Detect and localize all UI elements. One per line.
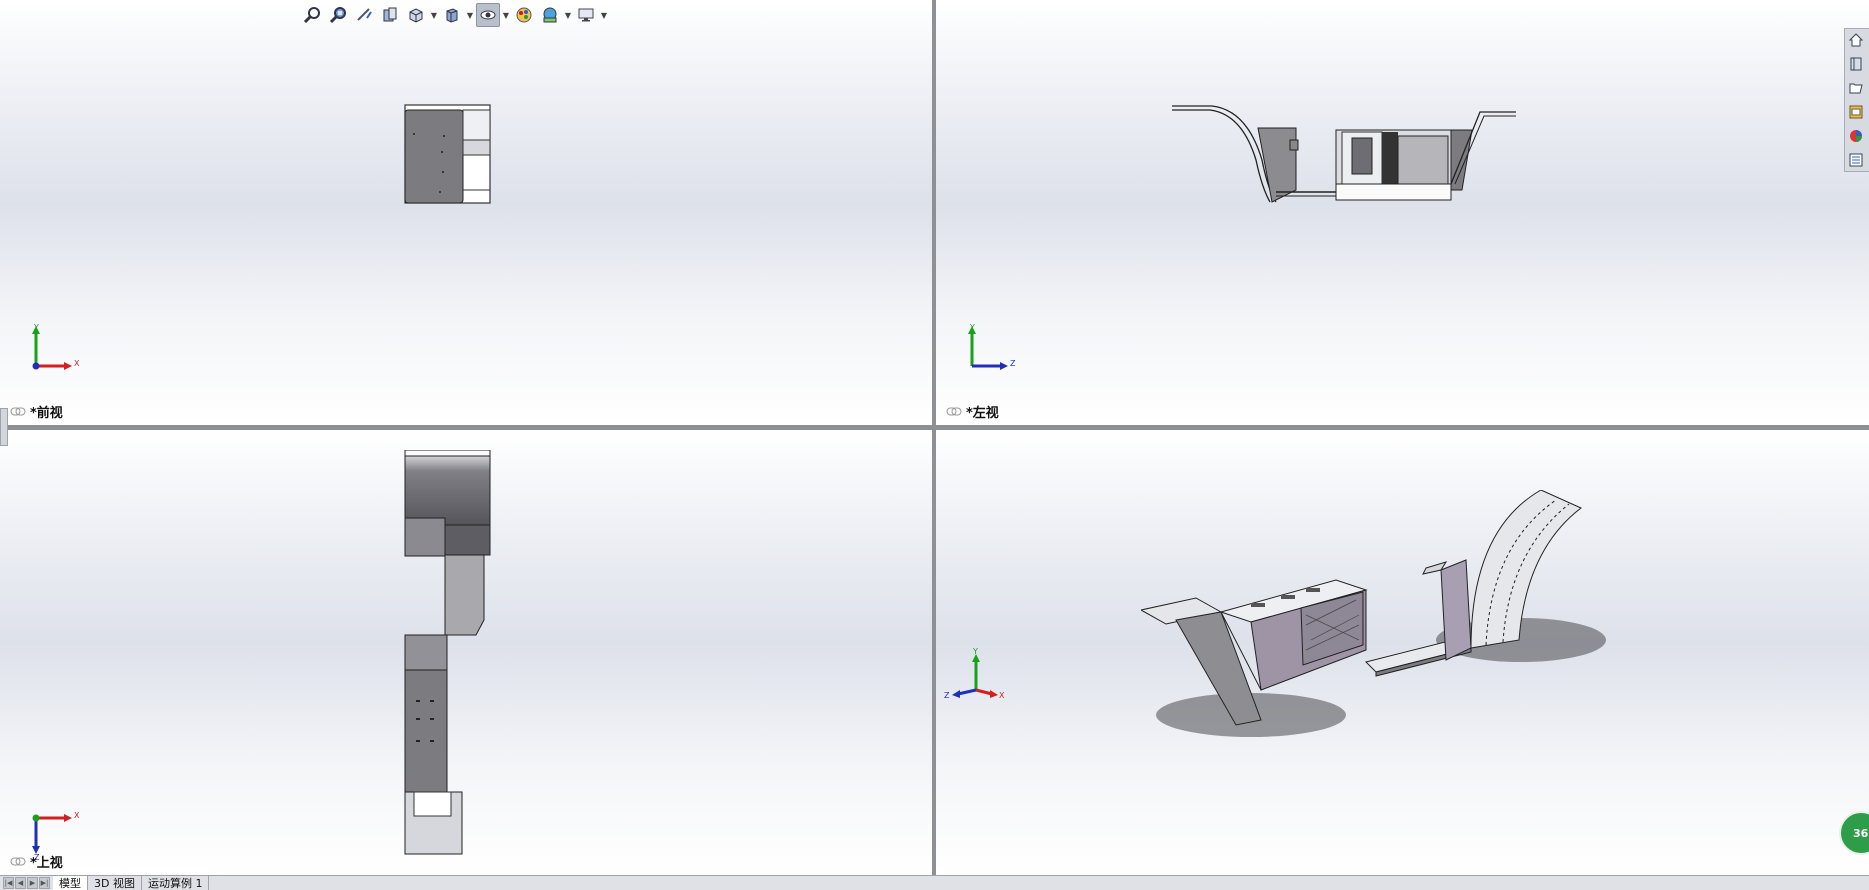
viewport-isometric[interactable]: Y Z X 36 <box>936 430 1869 875</box>
coordinate-triad-front: Y X <box>22 322 82 374</box>
axis-y-label: Y <box>972 648 978 656</box>
first-tab-icon[interactable]: |◀ <box>3 877 14 889</box>
axis-y-label: Y <box>969 323 975 332</box>
viewport-splitter-vertical[interactable] <box>932 0 936 875</box>
model-isometric-view[interactable] <box>1141 490 1611 740</box>
tab-scroll-controls: |◀ ◀ ▶ ▶| <box>0 876 53 890</box>
view-name-label: *上视 <box>30 856 63 871</box>
feature-manager-collapse-handle[interactable] <box>0 408 8 446</box>
model-front-view[interactable] <box>400 100 495 210</box>
link-views-icon <box>946 407 962 416</box>
axis-y-label: Y <box>33 323 39 332</box>
apply-scene-icon[interactable] <box>538 3 562 27</box>
tab-3d-view[interactable]: 3D 视图 <box>88 876 142 890</box>
tab-motion-study-1[interactable]: 运动算例 1 <box>142 876 210 890</box>
view-name-label: *左视 <box>966 406 999 421</box>
edit-appearance-icon[interactable] <box>512 3 536 27</box>
file-explorer-icon[interactable] <box>1845 77 1867 99</box>
axis-x-label: X <box>74 359 80 368</box>
hide-show-dropdown[interactable]: ▼ <box>502 3 510 27</box>
view-orientation-dropdown[interactable]: ▼ <box>430 3 438 27</box>
view-name-left[interactable]: *左视 <box>946 402 999 421</box>
view-palette-icon[interactable] <box>1845 101 1867 123</box>
coordinate-triad-iso: Y Z X <box>936 648 1006 708</box>
view-settings-icon[interactable] <box>574 3 598 27</box>
hide-show-items-icon[interactable] <box>476 3 500 27</box>
viewport-left[interactable]: Y Z *左视 <box>936 0 1869 425</box>
last-tab-icon[interactable]: ▶| <box>39 877 50 889</box>
link-views-icon <box>10 857 26 866</box>
axis-x-label: X <box>74 811 80 820</box>
view-name-front[interactable]: *前视 <box>10 402 63 421</box>
axis-z-label: Z <box>1010 359 1016 368</box>
model-top-view[interactable] <box>400 450 500 860</box>
section-view-icon[interactable] <box>378 3 402 27</box>
prev-tab-icon[interactable]: ◀ <box>15 877 26 889</box>
home-icon[interactable] <box>1845 29 1867 51</box>
view-name-top[interactable]: *上视 <box>10 852 63 871</box>
performance-badge[interactable]: 36 <box>1839 811 1869 855</box>
heads-up-view-toolbar: ▼ ▼ ▼ ▼ ▼ <box>300 2 608 28</box>
apply-scene-dropdown[interactable]: ▼ <box>564 3 572 27</box>
zoom-to-area-icon[interactable] <box>326 3 350 27</box>
display-style-icon[interactable] <box>440 3 464 27</box>
view-name-label: *前视 <box>30 406 63 421</box>
next-tab-icon[interactable]: ▶ <box>27 877 38 889</box>
appearances-icon[interactable] <box>1845 125 1867 147</box>
design-library-icon[interactable] <box>1845 53 1867 75</box>
coordinate-triad-left: Y Z <box>958 322 1018 374</box>
axis-x-label: X <box>999 691 1005 700</box>
axis-z-label: Z <box>944 691 950 700</box>
display-style-dropdown[interactable]: ▼ <box>466 3 474 27</box>
tab-model[interactable]: 模型 <box>53 876 88 890</box>
viewport-front[interactable]: ▼ ▼ ▼ ▼ ▼ Y X *前视 <box>0 0 932 425</box>
custom-properties-icon[interactable] <box>1845 149 1867 171</box>
model-left-view[interactable] <box>1172 100 1532 210</box>
zoom-to-fit-icon[interactable] <box>300 3 324 27</box>
link-views-icon <box>10 407 26 416</box>
bottom-tab-bar: |◀ ◀ ▶ ▶| 模型 3D 视图 运动算例 1 <box>0 875 1869 890</box>
previous-view-icon[interactable] <box>352 3 376 27</box>
view-orientation-icon[interactable] <box>404 3 428 27</box>
view-settings-dropdown[interactable]: ▼ <box>600 3 608 27</box>
badge-text: 36 <box>1853 826 1869 840</box>
task-pane-tabs <box>1844 28 1869 172</box>
viewport-top[interactable]: X Z *上视 <box>0 430 932 875</box>
viewport-splitter-horizontal[interactable] <box>0 425 1869 430</box>
